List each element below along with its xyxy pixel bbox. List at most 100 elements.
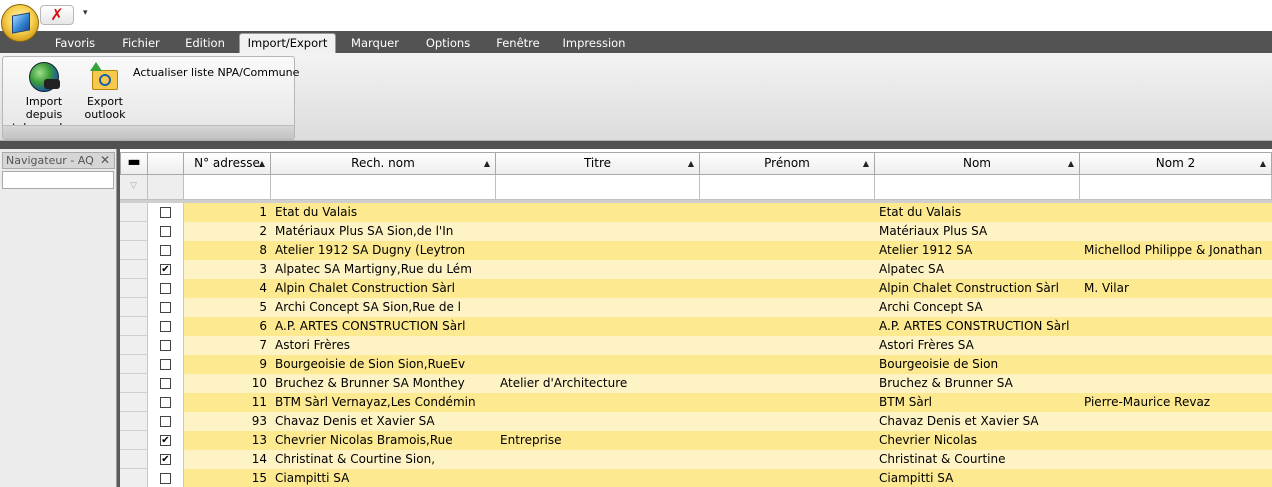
row-checkbox[interactable] <box>160 302 171 313</box>
row-checkbox[interactable] <box>160 321 171 332</box>
table-row[interactable]: ✔ 14 Christinat & Courtine Sion, Christinat… <box>120 450 1272 469</box>
row-checkbox[interactable] <box>160 378 171 389</box>
row-indicator[interactable] <box>120 222 148 241</box>
cell-nom2[interactable] <box>1080 317 1272 336</box>
row-checkbox[interactable] <box>160 340 171 351</box>
cell-nom[interactable]: Christinat & Courtine <box>875 450 1080 469</box>
cell-titre[interactable] <box>496 279 700 298</box>
cell-nom[interactable]: A.P. ARTES CONSTRUCTION Sàrl <box>875 317 1080 336</box>
refresh-npa-commune-button[interactable]: Actualiser liste NPA/Commune <box>133 66 299 79</box>
cell-nom[interactable]: Bourgeoisie de Sion <box>875 355 1080 374</box>
row-indicator[interactable] <box>120 279 148 298</box>
tab-edition[interactable]: Edition <box>175 34 235 53</box>
cell-rech[interactable]: Chevrier Nicolas Bramois,Rue <box>271 431 496 450</box>
cell-rech[interactable]: Bourgeoisie de Sion Sion,RueEv <box>271 355 496 374</box>
cell-num[interactable]: 9 <box>184 355 271 374</box>
cell-rech[interactable]: Atelier 1912 SA Dugny (Leytron <box>271 241 496 260</box>
row-checkbox[interactable] <box>160 397 171 408</box>
cell-nom2[interactable] <box>1080 260 1272 279</box>
column-header-num[interactable]: N° adresse ▲ <box>184 152 271 175</box>
row-indicator[interactable] <box>120 241 148 260</box>
cell-titre[interactable] <box>496 222 700 241</box>
row-indicator[interactable] <box>120 298 148 317</box>
cell-num[interactable]: 11 <box>184 393 271 412</box>
filter-input-rech-nom[interactable] <box>271 175 496 200</box>
cell-nom[interactable]: Etat du Valais <box>875 203 1080 222</box>
column-header-titre[interactable]: Titre ▲ <box>496 152 700 175</box>
column-header-nom2[interactable]: Nom 2 ▲ <box>1080 152 1272 175</box>
cell-titre[interactable] <box>496 412 700 431</box>
table-row[interactable]: 8 Atelier 1912 SA Dugny (Leytron Atelier 1… <box>120 241 1272 260</box>
cell-nom2[interactable] <box>1080 298 1272 317</box>
cell-prenom[interactable] <box>700 317 875 336</box>
filter-input-nom2[interactable] <box>1080 175 1272 200</box>
cell-nom2[interactable] <box>1080 431 1272 450</box>
tab-fenetre[interactable]: Fenêtre <box>489 34 547 53</box>
cell-num[interactable]: 4 <box>184 279 271 298</box>
cell-titre[interactable] <box>496 393 700 412</box>
row-indicator[interactable] <box>120 355 148 374</box>
table-row[interactable]: ✔ 3 Alpatec SA Martigny,Rue du Lém Alpatec … <box>120 260 1272 279</box>
cell-nom2[interactable] <box>1080 222 1272 241</box>
tab-options[interactable]: Options <box>417 34 479 53</box>
cell-titre[interactable] <box>496 203 700 222</box>
cell-titre[interactable] <box>496 469 700 487</box>
cell-rech[interactable]: Bruchez & Brunner SA Monthey <box>271 374 496 393</box>
cell-rech[interactable]: Alpin Chalet Construction Sàrl <box>271 279 496 298</box>
row-checkbox[interactable] <box>160 473 171 484</box>
cell-rech[interactable]: Etat du Valais <box>271 203 496 222</box>
row-checkbox[interactable] <box>160 207 171 218</box>
cell-nom2[interactable] <box>1080 469 1272 487</box>
close-button[interactable]: ✗ <box>40 5 74 25</box>
cell-nom[interactable]: Chavaz Denis et Xavier SA <box>875 412 1080 431</box>
filter-input-num[interactable] <box>184 175 271 200</box>
row-checkbox[interactable]: ✔ <box>160 454 171 465</box>
close-icon[interactable]: ✕ <box>100 153 110 168</box>
cell-prenom[interactable] <box>700 374 875 393</box>
cell-nom[interactable]: Atelier 1912 SA <box>875 241 1080 260</box>
row-indicator[interactable] <box>120 374 148 393</box>
cell-num[interactable]: 6 <box>184 317 271 336</box>
export-outlook-button[interactable]: Export outlook <box>83 62 127 121</box>
cell-prenom[interactable] <box>700 431 875 450</box>
tab-favoris[interactable]: Favoris <box>45 34 105 53</box>
row-indicator[interactable] <box>120 260 148 279</box>
tab-import-export[interactable]: Import/Export <box>239 33 336 53</box>
filter-input-prenom[interactable] <box>700 175 875 200</box>
cell-rech[interactable]: Archi Concept SA Sion,Rue de l <box>271 298 496 317</box>
tab-impression[interactable]: Impression <box>557 34 631 53</box>
cell-num[interactable]: 7 <box>184 336 271 355</box>
tab-fichier[interactable]: Fichier <box>111 34 171 53</box>
application-menu-button[interactable] <box>1 4 39 42</box>
cell-nom2[interactable] <box>1080 374 1272 393</box>
cell-rech[interactable]: Christinat & Courtine Sion, <box>271 450 496 469</box>
table-row[interactable]: ✔ 13 Chevrier Nicolas Bramois,Rue Entrepris… <box>120 431 1272 450</box>
filter-input-nom[interactable] <box>875 175 1080 200</box>
cell-num[interactable]: 8 <box>184 241 271 260</box>
row-checkbox[interactable] <box>160 283 171 294</box>
row-indicator[interactable] <box>120 393 148 412</box>
table-row[interactable]: 4 Alpin Chalet Construction Sàrl Alpin Cha… <box>120 279 1272 298</box>
cell-prenom[interactable] <box>700 469 875 487</box>
cell-prenom[interactable] <box>700 412 875 431</box>
table-row[interactable]: 9 Bourgeoisie de Sion Sion,RueEv Bourgeois… <box>120 355 1272 374</box>
cell-titre[interactable] <box>496 450 700 469</box>
cell-prenom[interactable] <box>700 336 875 355</box>
cell-rech[interactable]: Alpatec SA Martigny,Rue du Lém <box>271 260 496 279</box>
select-all-header[interactable]: ▬ <box>120 152 148 175</box>
cell-nom[interactable]: Astori Frères SA <box>875 336 1080 355</box>
cell-prenom[interactable] <box>700 241 875 260</box>
cell-rech[interactable]: Chavaz Denis et Xavier SA <box>271 412 496 431</box>
table-row[interactable]: 6 A.P. ARTES CONSTRUCTION Sàrl A.P. ARTES … <box>120 317 1272 336</box>
cell-titre[interactable] <box>496 317 700 336</box>
cell-nom2[interactable]: M. Vilar <box>1080 279 1272 298</box>
cell-rech[interactable]: Ciampitti SA <box>271 469 496 487</box>
cell-prenom[interactable] <box>700 260 875 279</box>
cell-titre[interactable] <box>496 260 700 279</box>
row-indicator[interactable] <box>120 203 148 222</box>
cell-num[interactable]: 3 <box>184 260 271 279</box>
cell-num[interactable]: 15 <box>184 469 271 487</box>
table-row[interactable]: 2 Matériaux Plus SA Sion,de l'In Matériaux… <box>120 222 1272 241</box>
cell-nom2[interactable]: Michellod Philippe & Jonathan <box>1080 241 1272 260</box>
table-row[interactable]: 5 Archi Concept SA Sion,Rue de l Archi Con… <box>120 298 1272 317</box>
